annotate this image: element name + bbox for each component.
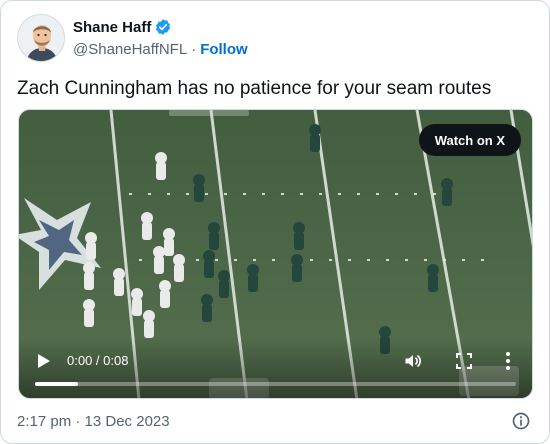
time-display: 0:00 / 0:08 — [67, 353, 129, 368]
fullscreen-icon[interactable] — [455, 352, 473, 370]
avatar-illustration — [18, 15, 64, 61]
verified-badge-icon — [156, 19, 171, 35]
display-name-row: Shane Haff — [73, 17, 248, 37]
follow-link[interactable]: Follow — [200, 41, 248, 58]
handle-row: @ShaneHaffNFL · Follow — [73, 39, 248, 59]
tweet-text: Zach Cunningham has no patience for your… — [17, 78, 492, 99]
info-icon[interactable] — [511, 411, 531, 431]
display-name[interactable]: Shane Haff — [73, 19, 151, 36]
author-info: Shane Haff @ShaneHaffNFL · Follow — [73, 17, 248, 59]
more-vertical-icon[interactable] — [505, 351, 511, 371]
timestamp[interactable]: 2:17 pm · 13 Dec 2023 — [17, 413, 170, 430]
tweet-card: Shane Haff @ShaneHaffNFL · Follow Zach C… — [0, 0, 550, 444]
video-player[interactable]: Watch on X 0:00 / 0:08 — [18, 109, 533, 399]
progress-bar[interactable] — [35, 382, 516, 386]
play-icon[interactable] — [37, 353, 51, 369]
avatar[interactable] — [17, 14, 65, 62]
video-controls: 0:00 / 0:08 — [19, 338, 532, 398]
progress-fill — [35, 382, 79, 386]
separator-dot: · — [191, 40, 197, 58]
tweet-header: Shane Haff @ShaneHaffNFL · Follow — [17, 13, 248, 63]
volume-icon[interactable] — [403, 351, 423, 371]
watch-on-x-button[interactable]: Watch on X — [418, 124, 521, 156]
handle[interactable]: @ShaneHaffNFL — [73, 41, 187, 58]
